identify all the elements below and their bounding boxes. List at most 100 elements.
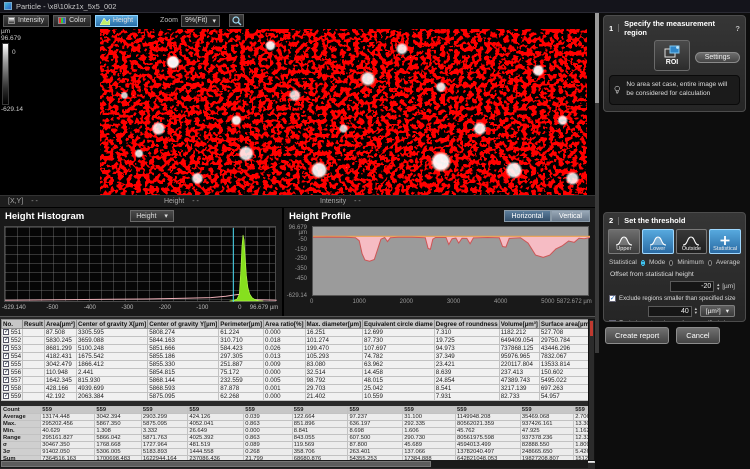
column-header[interactable]: Area ratio[%] xyxy=(264,320,306,329)
app-icon xyxy=(4,2,12,10)
column-header[interactable]: Surface area[µm²] xyxy=(539,320,594,329)
exclude-small-checkbox[interactable]: ✓ xyxy=(609,295,616,302)
threshold-panel: 2 Set the threshold Upper Lower Outside … xyxy=(603,212,746,322)
column-header[interactable]: Equivalent circle diame xyxy=(363,320,435,329)
axis-tick-label: -629.140 xyxy=(2,305,26,311)
histogram-x-axis: -629.140-500-400-300-200-100096.679 µm xyxy=(4,305,276,314)
lower-threshold-button[interactable]: Lower xyxy=(642,229,674,254)
row-checkbox[interactable]: ✓ xyxy=(3,337,9,343)
color-button[interactable]: Color xyxy=(53,15,91,27)
viewer-toolbar: Intensity Color Height Zoom 9%(Fit) ▾ xyxy=(0,13,595,28)
column-header[interactable]: Area[µm²] xyxy=(44,320,76,329)
exclude-large-checkbox[interactable]: ✓ xyxy=(609,320,616,322)
step-number: 2 xyxy=(609,216,613,225)
column-header[interactable]: Degree of roundness xyxy=(434,320,499,329)
average-radio[interactable] xyxy=(708,260,712,266)
profile-x-axis: 0100020003000400050005872.672 µm xyxy=(312,299,589,308)
table-vertical-scrollbar[interactable] xyxy=(588,319,595,461)
scale-unit: µm xyxy=(1,28,35,35)
histogram-title: Height Histogram xyxy=(5,211,84,222)
axis-tick-label: 4000 xyxy=(494,299,507,305)
row-checkbox[interactable]: ✓ xyxy=(3,393,9,399)
table-horizontal-scrollbar[interactable] xyxy=(0,460,588,468)
column-header[interactable]: Volume[µm³] xyxy=(499,320,539,329)
step-number: 1 xyxy=(609,24,613,33)
scrollbar-thumb[interactable] xyxy=(590,321,593,336)
height-profile-panel: Height Profile Horizontal Vertical 96.67… xyxy=(284,208,595,316)
particle-blobs-overlay xyxy=(100,29,587,195)
row-checkbox[interactable]: ✓ xyxy=(3,345,9,351)
column-header[interactable]: Result xyxy=(23,320,45,329)
offset-label: Offset from statistical height xyxy=(604,268,745,279)
horizontal-button[interactable]: Horizontal xyxy=(504,210,552,222)
profile-title: Height Profile xyxy=(289,211,351,222)
table-row[interactable]: ✓ 556110.9482.4415854.81575.1720.00032.5… xyxy=(2,369,614,377)
height-histogram-panel: Height Histogram Height ▾ -629.140-500-4… xyxy=(0,208,284,316)
create-report-button[interactable]: Create report xyxy=(605,327,669,344)
zoom-select[interactable]: 9%(Fit) ▾ xyxy=(181,15,220,27)
scrollbar-thumb[interactable] xyxy=(1,461,431,467)
cancel-button[interactable]: Cancel xyxy=(676,327,719,344)
help-button[interactable]: ? xyxy=(735,24,740,33)
settings-button[interactable]: Settings xyxy=(695,52,740,63)
row-checkbox[interactable]: ✓ xyxy=(3,329,9,335)
size-unit-select[interactable]: [µm²] ▾ xyxy=(700,305,735,317)
spinner-control[interactable]: ▲▼ xyxy=(694,307,698,315)
histogram-channel-select[interactable]: Height ▾ xyxy=(130,210,174,222)
upper-threshold-button[interactable]: Upper xyxy=(608,229,640,254)
axis-tick-label: 2000 xyxy=(400,299,413,305)
table-row[interactable]: ✓ 55942.1922063.3845875.09562.2680.00021… xyxy=(2,393,614,401)
color-label: Color xyxy=(69,17,86,24)
row-checkbox[interactable]: ✓ xyxy=(3,385,9,391)
row-checkbox[interactable]: ✓ xyxy=(3,361,9,367)
statistical-threshold-button[interactable]: Statistical xyxy=(709,229,741,254)
roi-button[interactable]: ROI xyxy=(654,40,690,71)
table-row[interactable]: ✓ 5553042.4791866.4125855.330251.8870.00… xyxy=(2,361,614,369)
intensity-button[interactable]: Intensity xyxy=(3,15,49,27)
axis-tick-label: 0 xyxy=(310,299,313,305)
exclude-small-label: Exclude regions smaller than specified s… xyxy=(619,295,736,302)
column-header[interactable]: No. xyxy=(2,320,23,329)
mode-radio[interactable] xyxy=(641,260,645,266)
row-checkbox[interactable]: ✓ xyxy=(3,353,9,359)
table-row[interactable]: ✓ 558428.1664939.6995868.59387.8780.0012… xyxy=(2,385,614,393)
table-row[interactable]: ✓ 5525830.2453659.0885844.163310.7100.01… xyxy=(2,337,614,345)
info-text: No area set case, entire image will be c… xyxy=(626,81,735,99)
table-row[interactable]: ✓ 55187.5083305.5955808.27461.2240.00016… xyxy=(2,329,614,337)
spinner-control[interactable]: ▲▼ xyxy=(716,283,720,291)
summary-row: σ30467.3501768.6681727.964481.5190.08911… xyxy=(2,442,595,449)
table-row[interactable]: ✓ 5571642.345815.9305868.144232.5590.005… xyxy=(2,377,614,385)
column-header[interactable]: Max. diameter[µm] xyxy=(305,320,362,329)
bell-curve-icon xyxy=(615,235,633,246)
scale-max: 96.679 xyxy=(1,35,35,42)
outside-threshold-button[interactable]: Outside xyxy=(676,229,708,254)
table-row[interactable]: ✓ 5538681.2995100.2485851.666584.4230.02… xyxy=(2,345,614,353)
statistical-label: Statistical xyxy=(609,259,637,266)
column-header[interactable]: Perimeter[µm] xyxy=(219,320,264,329)
size-input[interactable] xyxy=(648,306,692,317)
image-viewer: Intensity Color Height Zoom 9%(Fit) ▾ µm… xyxy=(0,13,595,207)
axis-tick-label: 1000 xyxy=(352,299,365,305)
column-header[interactable]: Center of gravity X[µm] xyxy=(76,320,147,329)
row-checkbox[interactable]: ✓ xyxy=(3,377,9,383)
histogram-peak xyxy=(230,235,264,301)
minimum-radio[interactable] xyxy=(669,260,673,266)
row-checkbox[interactable]: ✓ xyxy=(3,369,9,375)
magnifier-button[interactable] xyxy=(229,14,244,27)
table-row[interactable]: ✓ 5544182.4311675.5425855.186297.3050.01… xyxy=(2,353,614,361)
vertical-button[interactable]: Vertical xyxy=(551,210,590,222)
axis-tick-label: -400 xyxy=(84,305,96,311)
column-header[interactable]: Center of gravity Y[µm] xyxy=(148,320,219,329)
exclude-large-label: Exclude regions larger than specified si… xyxy=(619,320,731,322)
particle-scan-image[interactable] xyxy=(100,29,587,195)
color-scale-bar xyxy=(2,43,9,105)
zoom-value: 9%(Fit) xyxy=(185,17,208,24)
offset-input[interactable] xyxy=(670,281,714,292)
scrollbar-thumb[interactable] xyxy=(595,13,599,103)
axis-tick-label: -300 xyxy=(121,305,133,311)
height-label: Height xyxy=(113,17,133,24)
chevron-down-icon: ▾ xyxy=(164,212,168,220)
sidebar-scrollbar[interactable] xyxy=(595,13,599,353)
height-button[interactable]: Height xyxy=(95,15,138,27)
height-color-scale: µm 96.679 0 -629.14 xyxy=(1,28,35,113)
